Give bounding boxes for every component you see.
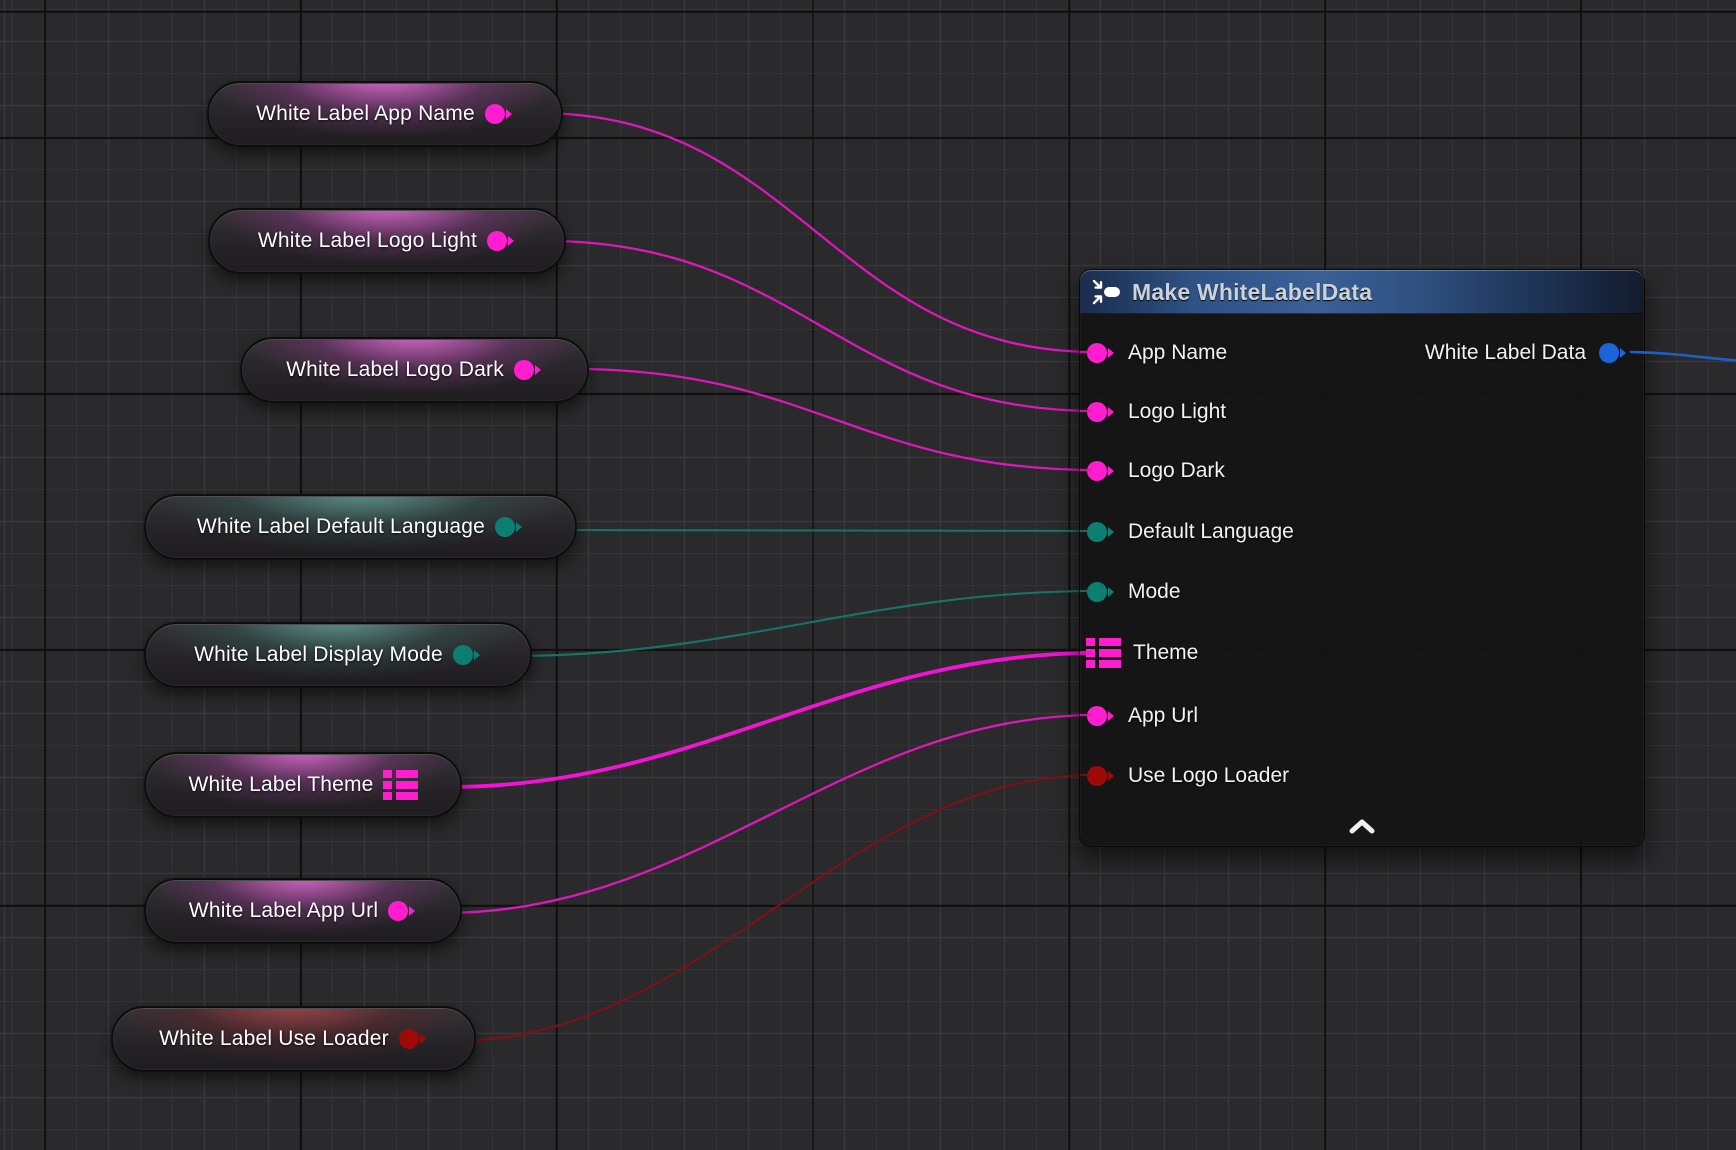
make-node-header[interactable]: Make WhiteLabelData: [1080, 270, 1644, 314]
struct-grid-pin-icon[interactable]: [1086, 637, 1121, 669]
enum-output-pin-icon[interactable]: [494, 515, 524, 539]
input-pin-row-logo-light: Logo Light: [1086, 397, 1226, 427]
pin-label: Use Logo Loader: [1128, 764, 1289, 788]
var-node-white-label-logo-light[interactable]: White Label Logo Light: [208, 208, 566, 274]
wire-display-mode[interactable]: [512, 591, 1096, 656]
var-node-label: White Label App Url: [189, 899, 378, 923]
var-node-white-label-use-loader[interactable]: White Label Use Loader: [111, 1006, 476, 1072]
input-pin-row-app-name: App Name: [1086, 338, 1227, 368]
input-pin-row-theme: Theme: [1086, 638, 1198, 668]
string-input-pin-icon[interactable]: [1086, 341, 1116, 365]
wire-theme[interactable]: [448, 653, 1096, 787]
var-node-label: White Label Theme: [188, 773, 373, 797]
input-pin-row-mode: Mode: [1086, 577, 1181, 607]
pin-label: App Url: [1128, 704, 1198, 728]
wire-logo-light[interactable]: [546, 241, 1096, 411]
struct-output-pin-icon[interactable]: [1598, 341, 1628, 365]
var-node-label: White Label Default Language: [197, 515, 485, 539]
var-node-label: White Label Display Mode: [194, 643, 443, 667]
blueprint-graph-canvas[interactable]: White Label App Name White Label Logo Li…: [0, 0, 1736, 1150]
var-node-label: White Label Logo Light: [258, 229, 477, 253]
string-output-pin-icon[interactable]: [486, 229, 516, 253]
output-pin-row-white-label-data: White Label Data: [1425, 338, 1628, 368]
var-node-label: White Label App Name: [256, 102, 475, 126]
bool-output-pin-icon[interactable]: [398, 1027, 428, 1051]
wire-app-name[interactable]: [538, 113, 1096, 352]
chevron-up-icon: [1346, 817, 1378, 835]
bool-input-pin-icon[interactable]: [1086, 764, 1116, 788]
input-pin-row-app-url: App Url: [1086, 701, 1198, 731]
wire-app-url[interactable]: [444, 715, 1096, 913]
wire-use-loader[interactable]: [454, 775, 1096, 1041]
pin-label: App Name: [1128, 341, 1227, 365]
var-node-white-label-app-url[interactable]: White Label App Url: [144, 878, 462, 944]
var-node-white-label-theme[interactable]: White Label Theme: [144, 752, 462, 818]
pin-label: Logo Light: [1128, 400, 1226, 424]
pin-label: Theme: [1133, 641, 1198, 665]
pin-label: Logo Dark: [1128, 459, 1225, 483]
var-node-white-label-logo-dark[interactable]: White Label Logo Dark: [240, 337, 589, 403]
var-node-label: White Label Logo Dark: [286, 358, 504, 382]
var-node-white-label-default-language[interactable]: White Label Default Language: [144, 494, 577, 560]
collapse-node-button[interactable]: [1346, 816, 1378, 836]
string-input-pin-icon[interactable]: [1086, 704, 1116, 728]
make-struct-icon: [1092, 278, 1122, 306]
string-output-pin-icon[interactable]: [513, 358, 543, 382]
enum-output-pin-icon[interactable]: [452, 643, 482, 667]
input-pin-row-use-logo-loader: Use Logo Loader: [1086, 761, 1289, 791]
make-whitelabeldata-node[interactable]: Make WhiteLabelData App Name Logo Light …: [1079, 269, 1645, 847]
enum-input-pin-icon[interactable]: [1086, 580, 1116, 604]
input-pin-row-logo-dark: Logo Dark: [1086, 456, 1225, 486]
var-node-label: White Label Use Loader: [159, 1027, 389, 1051]
input-pin-row-default-language: Default Language: [1086, 517, 1294, 547]
var-node-white-label-display-mode[interactable]: White Label Display Mode: [144, 622, 532, 688]
struct-grid-pin-icon[interactable]: [383, 769, 418, 801]
pin-label: White Label Data: [1425, 341, 1586, 365]
string-output-pin-icon[interactable]: [387, 899, 417, 923]
wire-default-language[interactable]: [556, 530, 1096, 531]
string-output-pin-icon[interactable]: [484, 102, 514, 126]
enum-input-pin-icon[interactable]: [1086, 520, 1116, 544]
var-node-white-label-app-name[interactable]: White Label App Name: [207, 81, 563, 147]
pin-label: Mode: [1128, 580, 1181, 604]
wire-logo-dark[interactable]: [574, 369, 1096, 470]
string-input-pin-icon[interactable]: [1086, 400, 1116, 424]
make-node-title: Make WhiteLabelData: [1132, 279, 1372, 306]
pin-label: Default Language: [1128, 520, 1294, 544]
string-input-pin-icon[interactable]: [1086, 459, 1116, 483]
